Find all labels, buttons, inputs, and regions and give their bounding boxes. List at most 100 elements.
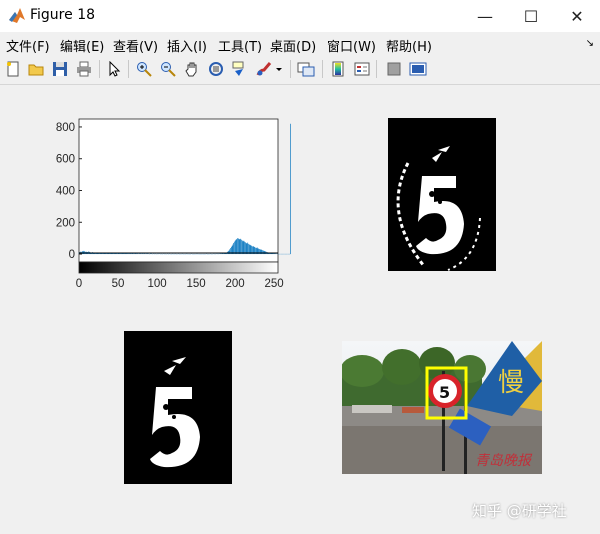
matlab-logo-icon xyxy=(9,8,25,23)
brush-dropdown-icon[interactable] xyxy=(274,59,284,79)
x-tick-label: 50 xyxy=(112,278,125,290)
menu-tools[interactable]: 工具(T) xyxy=(218,36,262,55)
histogram-bar xyxy=(124,253,125,255)
y-axis-ticks: 0 200 400 600 800 xyxy=(56,122,82,261)
zoom-in-icon[interactable] xyxy=(134,59,154,79)
histogram-bar xyxy=(245,242,247,255)
new-figure-icon[interactable] xyxy=(3,59,23,79)
link-plot-icon[interactable] xyxy=(296,59,316,79)
slow-sign-text: 慢 xyxy=(498,368,524,398)
histogram-axes: 0 200 400 600 800 0 50 100 150 200 250 xyxy=(56,118,291,290)
toolbar-separator xyxy=(290,60,291,78)
histogram-bar xyxy=(238,238,240,255)
brush-icon[interactable] xyxy=(254,59,274,79)
menu-desktop[interactable]: 桌面(D) xyxy=(270,36,316,55)
menu-help[interactable]: 帮助(H) xyxy=(386,36,432,55)
histogram-bar xyxy=(116,253,117,255)
histogram-bar xyxy=(272,253,274,255)
pan-hand-icon[interactable] xyxy=(182,59,202,79)
binary-edge-image xyxy=(388,118,496,271)
detected-sign-photo: 慢 5 青岛晚报 xyxy=(342,341,542,474)
rotate-3d-icon[interactable] xyxy=(206,59,226,79)
menu-edit[interactable]: 编辑(E) xyxy=(60,36,104,55)
maximize-button[interactable]: ☐ xyxy=(508,0,554,32)
histogram-bar xyxy=(228,250,230,255)
figure-canvas: 0 200 400 600 800 0 50 100 150 200 250 慢… xyxy=(0,85,600,534)
histogram-bar xyxy=(135,253,136,255)
histogram-bar xyxy=(129,253,131,255)
x-tick-label: 100 xyxy=(147,278,166,290)
minimize-button[interactable]: — xyxy=(462,0,508,32)
close-button[interactable]: ✕ xyxy=(554,0,600,32)
histogram-bar xyxy=(241,239,242,255)
binary-digit-image xyxy=(124,331,232,484)
histogram-bar xyxy=(243,240,245,255)
histogram-bar xyxy=(241,240,243,255)
select-arrow-icon[interactable] xyxy=(104,59,124,79)
x-tick-label: 200 xyxy=(225,278,244,290)
histogram-bar xyxy=(237,238,238,255)
legend-icon[interactable] xyxy=(352,59,372,79)
x-tick-label: 250 xyxy=(265,278,284,290)
histogram-bar xyxy=(245,242,246,255)
histogram-bar xyxy=(235,239,237,255)
window-title: Figure 18 xyxy=(30,7,96,23)
y-tick-label: 800 xyxy=(56,122,75,134)
histogram-bar xyxy=(111,253,113,255)
zoom-out-icon[interactable] xyxy=(158,59,178,79)
histogram-bar xyxy=(238,238,239,255)
toolbar-separator xyxy=(376,60,377,78)
histogram-bar xyxy=(127,253,128,255)
histogram-bar xyxy=(107,253,109,255)
histogram-bar xyxy=(234,240,236,255)
histogram-bar xyxy=(125,253,127,255)
save-icon[interactable] xyxy=(50,59,70,79)
zhihu-watermark: 知乎 @研学社 xyxy=(472,502,567,520)
x-tick-label: 150 xyxy=(186,278,205,290)
menu-bar: 文件(F) 编辑(E) 查看(V) 插入(I) 工具(T) 桌面(D) 窗口(W… xyxy=(0,32,600,56)
histogram-bar xyxy=(236,238,238,255)
histogram-bar xyxy=(234,241,235,255)
histogram-bar xyxy=(131,253,133,255)
histogram-bar xyxy=(239,239,241,255)
histogram-bar xyxy=(263,250,264,255)
colorbar-icon[interactable] xyxy=(328,59,348,79)
histogram-bar xyxy=(240,238,242,255)
figure-toolbar xyxy=(0,56,600,85)
x-tick-label: 0 xyxy=(76,278,82,290)
y-tick-label: 200 xyxy=(56,217,75,229)
data-cursor-icon[interactable] xyxy=(230,59,250,79)
x-axis-ticks: 0 50 100 150 200 250 xyxy=(76,278,284,290)
minimize-icon: — xyxy=(477,6,493,26)
histogram-bar xyxy=(273,253,274,255)
photo-watermark-text: 青岛晚报 xyxy=(475,453,533,469)
histogram-bar xyxy=(120,253,121,255)
open-file-icon[interactable] xyxy=(26,59,46,79)
histogram-bar xyxy=(222,253,224,255)
menu-file[interactable]: 文件(F) xyxy=(6,36,50,55)
histogram-bar xyxy=(110,253,111,255)
title-bar: Figure 18 — ☐ ✕ xyxy=(0,0,600,32)
y-tick-label: 0 xyxy=(69,249,75,261)
show-plot-tools-icon[interactable] xyxy=(408,59,428,79)
histogram-bar xyxy=(233,242,235,255)
close-icon: ✕ xyxy=(570,6,584,26)
histogram-bar xyxy=(247,242,249,255)
histogram-bar xyxy=(290,123,291,255)
histogram-bar xyxy=(242,241,244,255)
y-tick-label: 600 xyxy=(56,154,75,166)
histogram-bar xyxy=(244,241,245,255)
menu-insert[interactable]: 插入(I) xyxy=(167,36,207,55)
histogram-plot-area xyxy=(78,118,279,263)
histogram-bar xyxy=(113,253,115,255)
dock-figure-icon[interactable]: ↘ xyxy=(586,38,594,49)
histogram-bar xyxy=(263,250,265,255)
y-tick-label: 400 xyxy=(56,186,75,198)
maximize-icon: ☐ xyxy=(523,6,539,26)
menu-view[interactable]: 查看(V) xyxy=(113,36,158,55)
toolbar-separator xyxy=(322,60,323,78)
hide-plot-tools-icon[interactable] xyxy=(384,59,404,79)
menu-window[interactable]: 窗口(W) xyxy=(327,36,376,55)
grayscale-colorbar xyxy=(78,261,279,274)
print-icon[interactable] xyxy=(74,59,94,79)
